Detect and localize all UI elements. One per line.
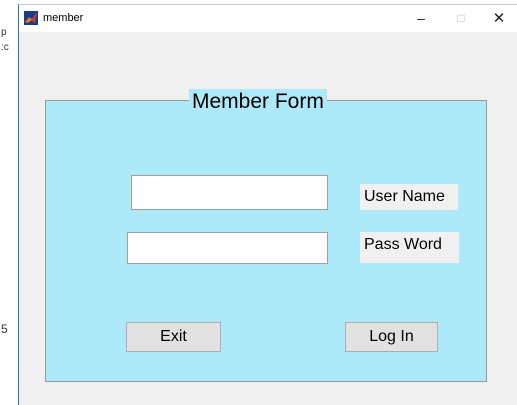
password-label: Pass Word xyxy=(360,232,459,263)
login-button[interactable]: Log In xyxy=(345,322,438,352)
background-text-fragment: p xyxy=(1,27,7,38)
window-title: member xyxy=(43,12,84,24)
panel-title: Member Form xyxy=(189,89,327,115)
background-text-fragment: :c xyxy=(1,42,9,53)
background-app-edge: p :c 5 xyxy=(0,0,18,405)
close-button[interactable]: ✕ xyxy=(479,5,517,32)
username-label: User Name xyxy=(360,184,458,210)
maximize-button[interactable]: □ xyxy=(441,5,481,32)
username-input[interactable] xyxy=(131,175,328,210)
exit-button[interactable]: Exit xyxy=(126,322,221,352)
matlab-app-icon xyxy=(24,11,38,25)
minimize-button[interactable]: – xyxy=(401,5,441,32)
member-window: member – □ ✕ Member Form User Name Pass … xyxy=(18,4,517,405)
title-bar[interactable]: member – □ ✕ xyxy=(19,5,517,32)
password-input[interactable] xyxy=(127,232,328,264)
background-text-fragment: 5 xyxy=(1,322,8,336)
